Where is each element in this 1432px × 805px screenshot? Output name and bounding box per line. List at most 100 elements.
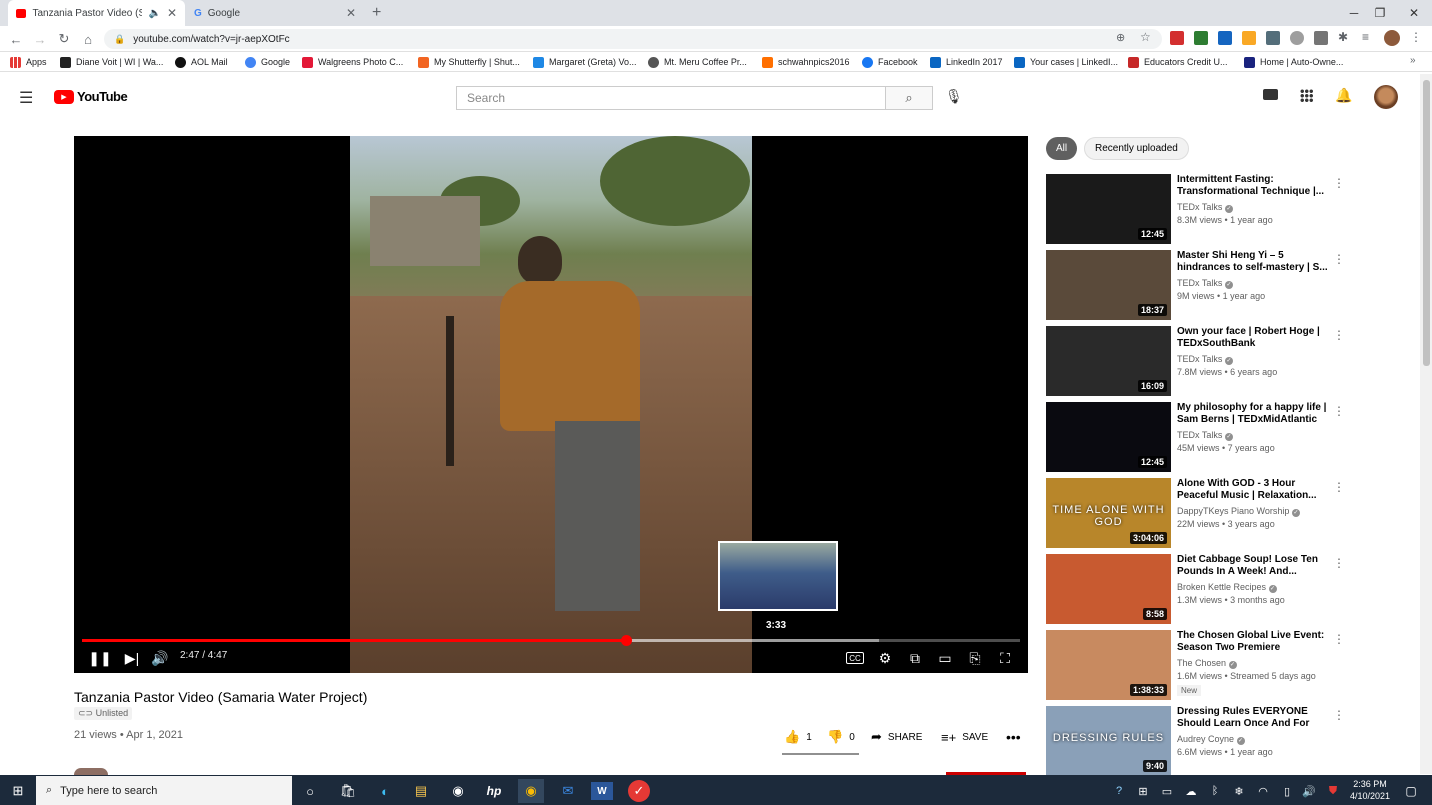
create-video-icon[interactable]	[1263, 89, 1278, 100]
file-explorer-icon[interactable]: ▤	[408, 779, 434, 803]
tray-icon[interactable]: ▭	[1154, 779, 1180, 803]
back-icon[interactable]: ←	[7, 30, 25, 48]
settings-gear-icon[interactable]: ⚙	[876, 648, 894, 668]
channel-name[interactable]: TEDx Talks ✓	[1177, 278, 1233, 289]
more-options-icon[interactable]: ⋮	[1333, 176, 1345, 190]
hp-icon[interactable]: hp	[481, 779, 507, 803]
more-actions-icon[interactable]: •••	[1006, 729, 1021, 745]
tab-youtube[interactable]: Tanzania Pastor Video (Sama 🔈 ✕	[8, 0, 185, 26]
camera-app-icon[interactable]: ◉	[445, 779, 471, 803]
bookmark-item[interactable]: Diane Voit | WI | Wa...	[60, 54, 163, 70]
more-options-icon[interactable]: ⋮	[1333, 480, 1345, 494]
new-tab-icon[interactable]: +	[372, 4, 381, 22]
bookmark-apps[interactable]: Apps	[10, 54, 47, 70]
recommendation-thumbnail[interactable]: 12:45	[1046, 174, 1171, 244]
home-icon[interactable]: ⌂	[79, 30, 97, 48]
bookmark-item[interactable]: Walgreens Photo C...	[302, 54, 403, 70]
bookmark-item[interactable]: schwahnpics2016	[762, 54, 850, 70]
recommendation-thumbnail[interactable]: 8:58	[1046, 554, 1171, 624]
profile-avatar[interactable]	[1384, 30, 1400, 46]
todoist-icon[interactable]: ✓	[628, 780, 650, 802]
user-avatar[interactable]	[1374, 85, 1398, 109]
volume-icon[interactable]: 🔊	[150, 648, 170, 668]
recommendation-title[interactable]: Master Shi Heng Yi – 5 hindrances to sel…	[1177, 250, 1329, 274]
channel-name[interactable]: Audrey Coyne ✓	[1177, 734, 1245, 745]
maximize-icon[interactable]: ❐	[1362, 0, 1398, 26]
pdf-extension-icon[interactable]	[1170, 31, 1184, 45]
extension-icon[interactable]	[1290, 31, 1304, 45]
bookmark-item[interactable]: AOL Mail	[175, 54, 228, 70]
recommendation-title[interactable]: The Chosen Global Live Event: Season Two…	[1177, 630, 1329, 654]
help-icon[interactable]: ?	[1106, 779, 1132, 803]
windows-start-icon[interactable]: ⊞	[5, 779, 31, 803]
recommendation-item[interactable]: 12:45 My philosophy for a happy life | Sa…	[1046, 402, 1345, 474]
dislike-button[interactable]: 👎 0	[827, 729, 855, 745]
action-center-icon[interactable]: ▢	[1398, 779, 1424, 803]
forward-icon[interactable]: →	[31, 30, 49, 48]
save-button[interactable]: ≡+ SAVE	[941, 729, 988, 745]
theater-mode-icon[interactable]: ▭	[936, 648, 954, 668]
more-bookmarks-icon[interactable]: »	[1410, 55, 1416, 66]
channel-name[interactable]: DappyTKeys Piano Worship ✓	[1177, 506, 1300, 517]
bookmark-item[interactable]: Your cases | LinkedI...	[1014, 54, 1118, 70]
extension-icon[interactable]	[1194, 31, 1208, 45]
bookmark-item[interactable]: Margaret (Greta) Vo...	[533, 54, 637, 70]
microphone-icon[interactable]: 🎙	[945, 88, 963, 105]
scrubber-handle[interactable]	[621, 635, 633, 646]
cast-icon[interactable]: ⎘	[966, 648, 984, 668]
recommendation-item[interactable]: 1:38:33 The Chosen Global Live Event: Sea…	[1046, 630, 1345, 702]
reading-list-icon[interactable]: ≡	[1362, 30, 1369, 44]
recommendation-title[interactable]: Alone With GOD - 3 Hour Peaceful Music |…	[1177, 478, 1329, 502]
youtube-logo[interactable]: ▶ YouTube	[54, 89, 128, 104]
video-player[interactable]: 3:33 ❚❚ ▶| 🔊 2:47 / 4:47 CC ⚙ ⧉ ▭ ⎘ ⛶	[74, 136, 1028, 673]
word-icon[interactable]: W	[591, 782, 613, 800]
close-window-icon[interactable]: ✕	[1396, 0, 1432, 26]
extension-icon[interactable]	[1242, 31, 1256, 45]
recommendation-item[interactable]: 8:58 Diet Cabbage Soup! Lose Ten Pounds I…	[1046, 554, 1345, 626]
chrome-taskbar-icon[interactable]: ◉	[518, 779, 544, 803]
extension-icon[interactable]	[1266, 31, 1280, 45]
channel-name[interactable]: The Chosen ✓	[1177, 658, 1237, 669]
recommendation-thumbnail[interactable]: 18:37	[1046, 250, 1171, 320]
bookmark-item[interactable]: Educators Credit U...	[1128, 54, 1228, 70]
more-options-icon[interactable]: ⋮	[1333, 708, 1345, 722]
notifications-bell-icon[interactable]: 🔔	[1335, 87, 1352, 104]
recommendation-thumbnail[interactable]: DRESSING RULES 9:40	[1046, 706, 1171, 776]
extension-icon[interactable]	[1218, 31, 1232, 45]
recommendation-item[interactable]: 18:37 Master Shi Heng Yi – 5 hindrances t…	[1046, 250, 1345, 322]
security-shield-icon[interactable]: ⛊	[1320, 779, 1346, 803]
pause-icon[interactable]: ❚❚	[88, 648, 111, 668]
puzzle-extensions-icon[interactable]: ✱	[1338, 30, 1348, 44]
speaker-icon[interactable]: 🔈	[148, 8, 160, 19]
store-icon[interactable]: 🛍	[335, 779, 361, 803]
bookmark-star-icon[interactable]: ☆	[1140, 30, 1151, 44]
channel-name[interactable]: TEDx Talks ✓	[1177, 202, 1233, 213]
recommendation-thumbnail[interactable]: 12:45	[1046, 402, 1171, 472]
close-tab-icon[interactable]: ✕	[346, 6, 356, 20]
recommendation-title[interactable]: My philosophy for a happy life | Sam Ber…	[1177, 402, 1329, 426]
more-options-icon[interactable]: ⋮	[1333, 404, 1345, 418]
channel-avatar[interactable]	[74, 768, 108, 775]
tray-icon[interactable]: ⊞	[1130, 779, 1156, 803]
chip-all[interactable]: All	[1046, 137, 1078, 160]
recommendation-thumbnail[interactable]: 1:38:33	[1046, 630, 1171, 700]
search-input[interactable]: Search	[456, 86, 886, 110]
bookmark-item[interactable]: Home | Auto-Owne...	[1244, 54, 1343, 70]
search-button[interactable]: ⌕	[885, 86, 933, 110]
recommendation-item[interactable]: DRESSING RULES 9:40 Dressing Rules EVERYON…	[1046, 706, 1345, 778]
extension-icon[interactable]	[1314, 31, 1328, 45]
recommendation-title[interactable]: Dressing Rules EVERYONE Should Learn Onc…	[1177, 706, 1329, 730]
wifi-icon[interactable]: ◠	[1250, 779, 1276, 803]
bookmark-item[interactable]: Mt. Meru Coffee Pr...	[648, 54, 747, 70]
captions-icon[interactable]: CC	[846, 652, 864, 664]
recommendation-thumbnail[interactable]: 16:09	[1046, 326, 1171, 396]
more-options-icon[interactable]: ⋮	[1333, 252, 1345, 266]
hamburger-menu-icon[interactable]: ☰	[19, 88, 33, 108]
edge-icon[interactable]: ◐	[372, 779, 398, 803]
tab-google[interactable]: G Google ✕	[186, 0, 364, 26]
recommendation-item[interactable]: TIME ALONE WITH GOD 3:04:06 Alone With GOD…	[1046, 478, 1345, 550]
onedrive-icon[interactable]: ☁	[1178, 779, 1204, 803]
apps-grid-icon[interactable]	[1300, 89, 1313, 102]
more-options-icon[interactable]: ⋮	[1333, 328, 1345, 342]
recommendation-item[interactable]: 16:09 Own your face | Robert Hoge | TEDxS…	[1046, 326, 1345, 398]
